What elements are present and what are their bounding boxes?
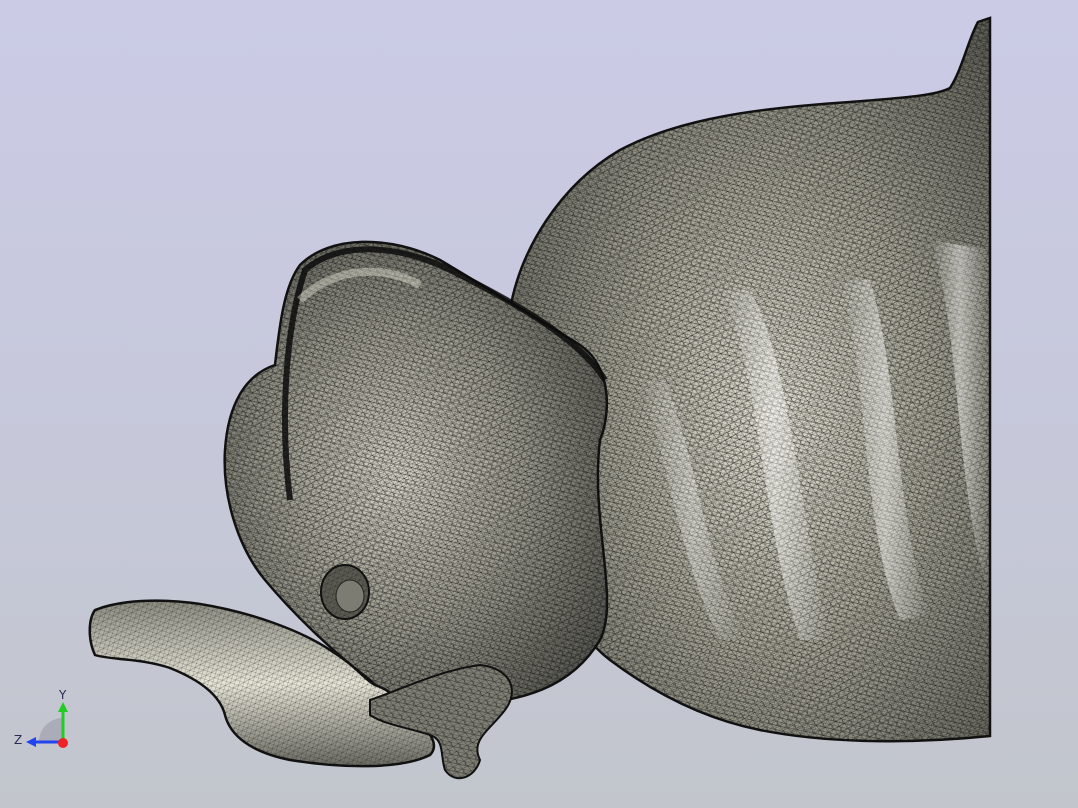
z-axis-arrowhead	[26, 737, 36, 747]
elephant-mesh-model[interactable]	[0, 0, 1078, 808]
orientation-triad[interactable]: Y Z	[10, 684, 80, 754]
x-axis-dot	[58, 738, 68, 748]
y-axis-label: Y	[58, 688, 67, 702]
triad-quadrant	[39, 718, 63, 742]
elephant-eye	[320, 564, 370, 620]
y-axis-arrowhead	[58, 702, 68, 712]
3d-viewport[interactable]: Y Z	[0, 0, 1078, 808]
z-axis-label: Z	[14, 733, 22, 747]
